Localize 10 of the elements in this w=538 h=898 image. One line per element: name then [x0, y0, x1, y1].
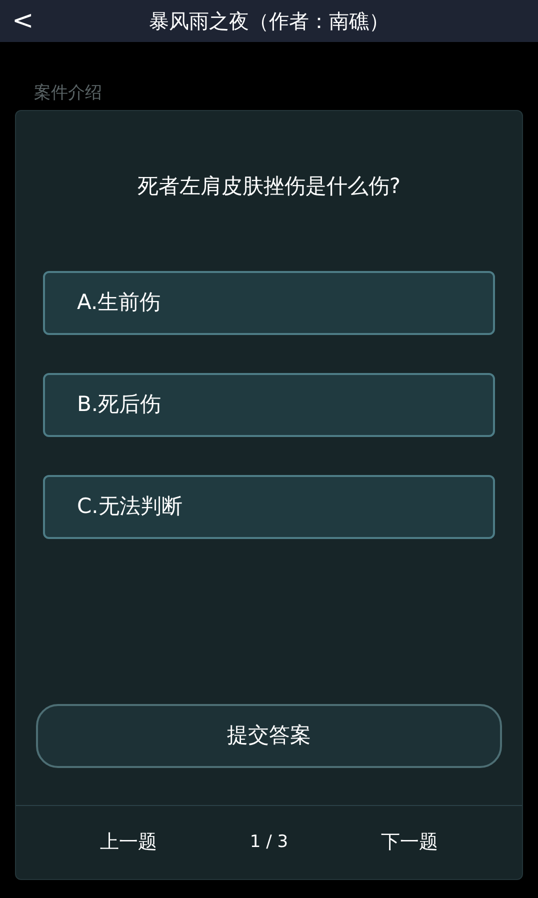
- back-button[interactable]: <: [12, 8, 36, 34]
- page-counter: 1 / 3: [250, 830, 288, 854]
- answer-option[interactable]: A.生前伤: [43, 271, 495, 335]
- submit-button[interactable]: 提交答案: [36, 704, 502, 768]
- previous-button[interactable]: 上一题: [100, 828, 157, 857]
- answer-option[interactable]: B.死后伤: [43, 373, 495, 437]
- next-button[interactable]: 下一题: [380, 828, 438, 857]
- answer-option[interactable]: C.无法判断: [43, 475, 495, 539]
- window-title: 暴风雨之夜（作者：南礁）: [149, 8, 389, 35]
- question-text: 死者左肩皮肤挫伤是什么伤?: [137, 173, 401, 200]
